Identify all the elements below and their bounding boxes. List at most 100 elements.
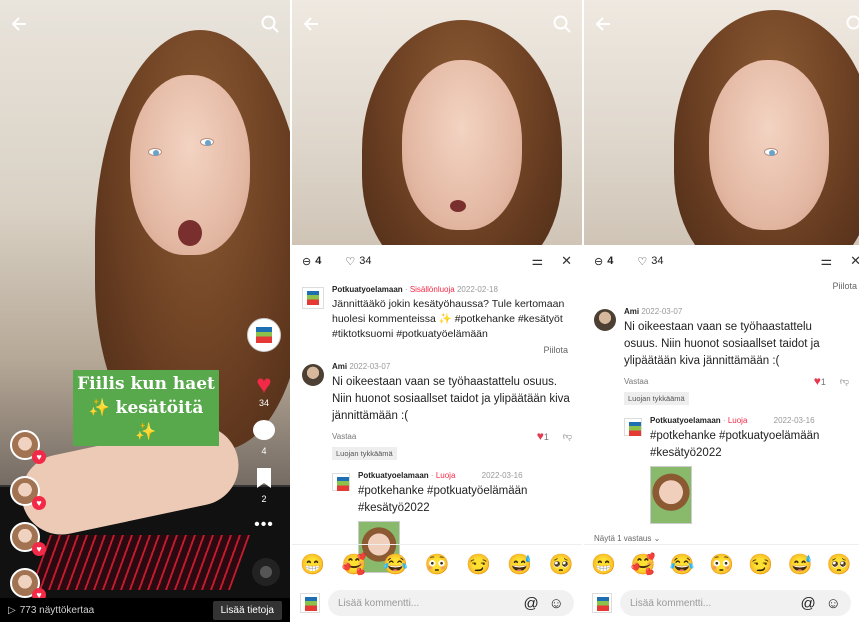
close-icon[interactable]: ✕ <box>850 253 859 269</box>
emoji-bar: 😁 🥰 😂 😳 😏 😅 🥺 <box>292 544 582 584</box>
more-info-button[interactable]: Lisää tietoja <box>212 600 282 620</box>
author-role: Sisällönluoja <box>409 285 455 294</box>
mention-icon[interactable]: @ <box>800 595 815 612</box>
liker-avatar[interactable]: ♥ <box>10 476 46 510</box>
arrow-back-icon[interactable] <box>302 14 322 34</box>
search-icon[interactable] <box>552 14 572 34</box>
creator-avatar[interactable] <box>332 473 350 491</box>
search-icon[interactable] <box>845 14 859 34</box>
emoji-pleading[interactable]: 🥺 <box>827 552 852 577</box>
caption-line-1: Fiilis kun haet <box>77 374 215 394</box>
keyboard-lights <box>29 535 251 590</box>
emoji-grin[interactable]: 😁 <box>300 552 325 577</box>
comment-text: #potkehanke #potkuatyoelämään #kesätyö20… <box>650 430 820 459</box>
emoji-flushed[interactable]: 😳 <box>425 552 450 577</box>
heart-outline-icon: ♡ <box>637 255 648 268</box>
filter-icon[interactable]: ⚌ <box>820 253 832 269</box>
emoji-pleading[interactable]: 🥺 <box>549 552 574 577</box>
comments-panel-2: ⊖ 4 ♡ 34 ⚌ ✕ Piilota Ami 2022-03-07 Ni oik… <box>584 0 859 622</box>
emoji-icon[interactable]: ☺ <box>826 595 841 612</box>
comment-sheet-header: ⊖ 4 ♡ 34 ⚌ ✕ <box>292 245 582 277</box>
show-replies-link[interactable]: Näytä 1 vastaus ⌄ <box>584 534 859 543</box>
like-count-tab[interactable]: ♡ 34 <box>345 255 371 268</box>
comment-date: 2022-03-16 <box>481 471 523 480</box>
liker-avatar[interactable]: ♥ <box>10 430 46 464</box>
heart-icon: ♥ <box>32 542 46 556</box>
comment-author[interactable]: Ami <box>624 307 639 316</box>
emoji-flushed[interactable]: 😳 <box>709 552 734 577</box>
emoji-icon[interactable]: ☺ <box>549 595 564 612</box>
comment-input[interactable]: Lisää kommentti... @ ☺ <box>620 590 851 616</box>
comment-date: 2022-03-16 <box>773 416 815 425</box>
mention-icon[interactable]: @ <box>523 595 538 612</box>
comment-text: Ni oikeestaan vaan se työhaastattelu osu… <box>624 321 820 367</box>
comment-count-tab[interactable]: ⊖ 4 <box>302 255 321 268</box>
creator-avatar[interactable] <box>302 287 324 309</box>
comment-count: 4 <box>261 446 267 456</box>
close-icon[interactable]: ✕ <box>561 253 572 269</box>
comment-input-row: Lisää kommentti... @ ☺ <box>292 584 582 622</box>
dislike-icon[interactable]: 👎︎ <box>840 376 849 387</box>
comment-input[interactable]: Lisää kommentti... @ ☺ <box>328 590 574 616</box>
commenter-avatar[interactable] <box>302 364 324 386</box>
liker-avatar[interactable]: ♥ <box>10 522 46 556</box>
save-button[interactable] <box>249 468 279 492</box>
comment-like[interactable]: ♥1 <box>814 374 826 388</box>
like-count-tab[interactable]: ♡ 34 <box>637 255 663 268</box>
more-dots-icon[interactable]: ••• <box>246 516 282 534</box>
emoji-hearts[interactable]: 🥰 <box>342 552 367 577</box>
liker-avatar[interactable]: ♥ <box>10 568 46 602</box>
emoji-sweat[interactable]: 😅 <box>507 552 532 577</box>
comment-author[interactable]: Potkuatyoelamaan <box>332 285 403 294</box>
comment-item: Potkuatyoelamaan · Sisällönluoja 2022-02… <box>292 285 582 342</box>
comment-sheet-header: ⊖ 4 ♡ 34 ⚌ ✕ <box>584 245 859 277</box>
eye-right <box>200 138 214 146</box>
views-bar: ▷ 773 näyttökertaa Lisää tietoja <box>0 598 290 622</box>
dislike-icon[interactable]: 👎︎ <box>563 431 572 442</box>
comment-author[interactable]: Potkuatyoelamaan <box>650 416 721 425</box>
comment-text: Jännittääkö jokin kesätyöhaussa? Tule ke… <box>332 298 565 340</box>
hide-link[interactable]: Piilota <box>543 345 568 355</box>
comment-button[interactable] <box>249 420 279 444</box>
play-outline-icon: ▷ <box>8 604 16 616</box>
comment-bubble-icon <box>253 420 275 440</box>
eye-left <box>148 148 162 156</box>
search-icon[interactable] <box>260 14 280 34</box>
comment-sheet: ⊖ 4 ♡ 34 ⚌ ✕ Piilota Ami 2022-03-07 Ni oik… <box>584 245 859 622</box>
video-frame[interactable] <box>584 0 859 245</box>
liker-avatars: ♥ ♥ ♥ ♥ <box>10 430 46 614</box>
creator-avatar[interactable] <box>624 418 642 436</box>
emoji-grin[interactable]: 😁 <box>591 552 616 577</box>
arrow-back-icon[interactable] <box>594 14 614 34</box>
emoji-hearts[interactable]: 🥰 <box>630 552 655 577</box>
comment-like[interactable]: ♥1 <box>537 429 549 443</box>
stage: Fiilis kun haet ✨ kesätöitä ✨ ♥ ♥ ♥ ♥ ♥ … <box>0 0 859 622</box>
emoji-laugh[interactable]: 😂 <box>383 552 408 577</box>
commenter-avatar[interactable] <box>594 309 616 331</box>
comment-author[interactable]: Ami <box>332 362 347 371</box>
arrow-back-icon[interactable] <box>10 14 30 34</box>
comment-item: Ami 2022-03-07 Ni oikeestaan vaan se työ… <box>584 307 859 524</box>
filter-icon[interactable]: ⚌ <box>531 253 543 269</box>
comment-count-tab[interactable]: ⊖ 4 <box>594 255 613 268</box>
reply-button[interactable]: Vastaa <box>624 377 648 386</box>
comment-author[interactable]: Potkuatyoelamaan <box>358 471 429 480</box>
comment-item: Ami 2022-03-07 Ni oikeestaan vaan se työ… <box>292 362 582 573</box>
emoji-sweat[interactable]: 😅 <box>788 552 813 577</box>
video-frame[interactable] <box>292 0 582 245</box>
creator-avatar[interactable] <box>247 318 281 352</box>
emoji-smirk[interactable]: 😏 <box>466 552 491 577</box>
reply-button[interactable]: Vastaa <box>332 432 356 441</box>
author-role: Luoja <box>727 416 748 425</box>
emoji-laugh[interactable]: 😂 <box>670 552 695 577</box>
emoji-smirk[interactable]: 😏 <box>748 552 773 577</box>
face-shape <box>709 60 829 230</box>
music-disc-icon[interactable] <box>252 558 280 586</box>
comments-panel-1: ⊖ 4 ♡ 34 ⚌ ✕ Potkuatyoelamaan · Sisällönlu… <box>292 0 582 622</box>
emoji-bar: 😁 🥰 😂 😳 😏 😅 🥺 <box>584 544 859 584</box>
liked-by-creator-badge: Luojan tykkäämä <box>332 447 397 460</box>
reply-thumbnail[interactable] <box>650 466 692 524</box>
like-heart-icon[interactable]: ♥ <box>249 371 279 397</box>
comment-bubble-icon: ⊖ <box>302 255 312 268</box>
hide-link[interactable]: Piilota <box>832 281 857 291</box>
